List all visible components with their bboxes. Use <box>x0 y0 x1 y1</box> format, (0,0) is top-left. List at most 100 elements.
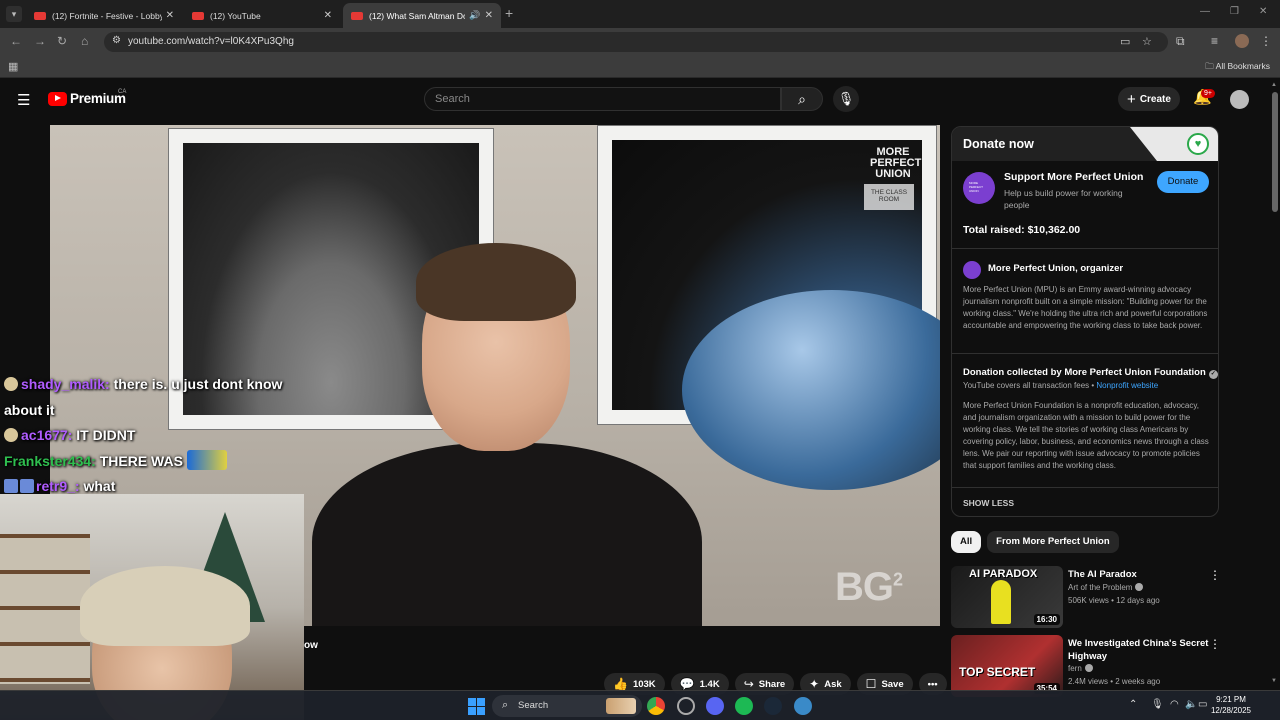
bookmark-star-icon[interactable]: ☆ <box>1142 35 1152 48</box>
site-info-icon[interactable]: ⚙ <box>112 35 121 46</box>
channel-name: Art of the Problem <box>1068 583 1133 592</box>
stream-chat-overlay: shady_malik: there is. u just dont know … <box>4 372 314 500</box>
create-button[interactable]: + Create <box>1118 87 1180 111</box>
search-button[interactable]: ⌕ <box>781 87 823 111</box>
browser-tab-youtube[interactable]: (12) YouTube ✕ <box>184 3 340 28</box>
youtube-premium-logo[interactable]: Premium <box>48 91 126 106</box>
tab-close-icon[interactable]: ✕ <box>324 10 332 21</box>
obs-icon[interactable] <box>677 697 695 715</box>
voice-search-button[interactable]: 🎙 <box>833 86 859 112</box>
volume-icon[interactable]: 🔈 <box>1185 699 1197 710</box>
globe-app-icon[interactable] <box>794 697 812 715</box>
tab-close-icon[interactable]: ✕ <box>166 10 174 21</box>
organizer-name: More Perfect Union, organizer <box>988 263 1124 274</box>
reload-icon[interactable]: ↻ <box>57 34 67 48</box>
search-input[interactable]: Search <box>424 87 781 111</box>
chip-all[interactable]: All <box>951 531 982 553</box>
video-thumbnail[interactable]: TOP SECRET 35:54 <box>951 635 1063 697</box>
speaker-body <box>312 443 702 626</box>
speaker-hair <box>416 243 576 321</box>
youtube-play-logo-icon <box>48 91 67 106</box>
show-less-button[interactable]: SHOW LESS <box>963 498 1014 508</box>
total-raised: Total raised: $10,362.00 <box>963 224 1081 236</box>
more-vertical-icon[interactable]: ⋮ <box>1209 637 1221 651</box>
extensions-icon[interactable]: ⧉ <box>1176 34 1185 49</box>
address-bar[interactable]: ⚙ youtube.com/watch?v=l0K4XPu3Qhg ▭ ☆ <box>104 32 1168 52</box>
donate-button[interactable]: Donate <box>1157 171 1209 193</box>
scroll-up-icon[interactable]: ▲ <box>1271 82 1277 88</box>
tray-mic-icon[interactable]: 🎙 <box>1151 699 1164 710</box>
chat-message: shady_malik: there is. u just dont know … <box>4 372 314 423</box>
restore-icon[interactable]: ❐ <box>1230 6 1239 17</box>
page-scrollbar[interactable]: ▲ ▼ <box>1270 80 1280 690</box>
tab-close-icon[interactable]: ✕ <box>485 10 493 21</box>
speaker-icon[interactable]: 🔊 <box>469 10 480 21</box>
taskbar-clock[interactable]: 9:21 PM 12/28/2025 <box>1206 694 1256 716</box>
youtube-favicon-icon <box>34 11 46 20</box>
sparkle-icon: ✦ <box>809 677 820 691</box>
spotify-icon[interactable] <box>735 697 753 715</box>
scroll-down-icon[interactable]: ▼ <box>1271 678 1277 684</box>
verified-check-icon <box>1084 664 1093 672</box>
minimize-icon[interactable]: — <box>1200 6 1210 17</box>
chat-text: THERE WAS <box>95 452 183 469</box>
back-icon[interactable]: ← <box>10 34 22 48</box>
apps-grid-icon[interactable]: ▦ <box>8 60 18 73</box>
windows-start-icon[interactable] <box>468 698 485 715</box>
donate-panel: Donate now ♥ Support More Perfect Union … <box>951 126 1219 517</box>
account-avatar[interactable] <box>1230 90 1249 109</box>
browser-menu-icon[interactable]: ⋮ <box>1260 34 1272 48</box>
notifications-badge: 9+ <box>1201 89 1215 98</box>
chip-from-channel[interactable]: From More Perfect Union <box>987 531 1119 553</box>
scroll-thumb[interactable] <box>1272 92 1278 212</box>
steam-icon[interactable] <box>764 697 782 715</box>
foundation-line: Donation collected by More Perfect Union… <box>963 367 1218 379</box>
chrome-icon[interactable] <box>647 697 665 715</box>
forward-icon[interactable]: → <box>34 34 46 48</box>
comment-icon: 💬 <box>679 677 695 691</box>
recommended-video[interactable]: AI PARADOX 16:30 The AI Paradox Art of t… <box>951 566 1231 628</box>
video-title[interactable]: The AI Paradox <box>1068 568 1214 581</box>
more-vertical-icon[interactable]: ⋮ <box>1209 568 1221 582</box>
cast-icon[interactable]: ▭ <box>1120 35 1130 48</box>
close-window-icon[interactable]: ✕ <box>1259 6 1267 17</box>
recommended-video[interactable]: TOP SECRET 35:54 We Investigated China's… <box>951 635 1231 697</box>
video-thumbnail[interactable]: AI PARADOX 16:30 <box>951 566 1063 628</box>
organizer-avatar <box>963 261 981 279</box>
video-title[interactable]: We Investigated China's Secret Highway <box>1068 637 1214 663</box>
browser-tab-active-video[interactable]: (12) What Sam Altman Doe 🔊 ✕ <box>343 3 501 28</box>
channel-line[interactable]: fern <box>1068 664 1093 673</box>
search-highlight-art <box>606 698 636 714</box>
browser-tab-fortnite[interactable]: (12) Fortnite - Festive - Lobby M ✕ <box>26 3 182 28</box>
clock-time: 9:21 PM <box>1216 695 1246 704</box>
chat-message: ac1677: IT DIDNT <box>4 423 314 449</box>
chat-text: IT DIDNT <box>72 427 136 443</box>
chat-username: shady_malik: <box>21 376 110 392</box>
bg2-text: BG <box>835 565 894 609</box>
tab-label: (12) YouTube <box>210 10 261 21</box>
taskbar-search[interactable]: ⌕ Search <box>492 695 642 717</box>
save-label: Save <box>881 678 904 690</box>
home-icon[interactable]: ⌂ <box>81 34 88 48</box>
nonprofit-website-link[interactable]: Nonprofit website <box>1096 381 1158 390</box>
channel-line[interactable]: Art of the Problem <box>1068 583 1144 592</box>
media-controls-icon[interactable]: ≡ <box>1211 34 1218 48</box>
mpu-logo-avatar[interactable] <box>963 172 995 204</box>
all-bookmarks-button[interactable]: 🗀 All Bookmarks <box>1205 61 1270 75</box>
filter-chips: All From More Perfect Union <box>951 531 1125 553</box>
all-bookmarks-label: All Bookmarks <box>1215 61 1270 71</box>
video-duration: 16:30 <box>1033 614 1060 625</box>
taskbar-search-label: Search <box>518 700 549 711</box>
video-title-fragment: ow <box>304 640 318 651</box>
tab-search-menu-icon[interactable]: ▾ <box>6 6 22 22</box>
wifi-icon[interactable]: ◠ <box>1170 699 1179 710</box>
browser-profile-avatar[interactable] <box>1235 34 1249 48</box>
discord-icon[interactable] <box>706 697 724 715</box>
share-icon: ↪ <box>743 677 754 691</box>
classroom-watermark: THE CLASS ROOM <box>864 184 914 210</box>
tray-chevron-icon[interactable]: ⌃ <box>1129 699 1137 710</box>
fees-text: YouTube covers all transaction fees • <box>963 381 1097 390</box>
chat-username: Frankster434: <box>4 452 96 469</box>
guide-menu-icon[interactable]: ☰ <box>17 91 30 109</box>
new-tab-icon[interactable]: + <box>505 5 513 21</box>
